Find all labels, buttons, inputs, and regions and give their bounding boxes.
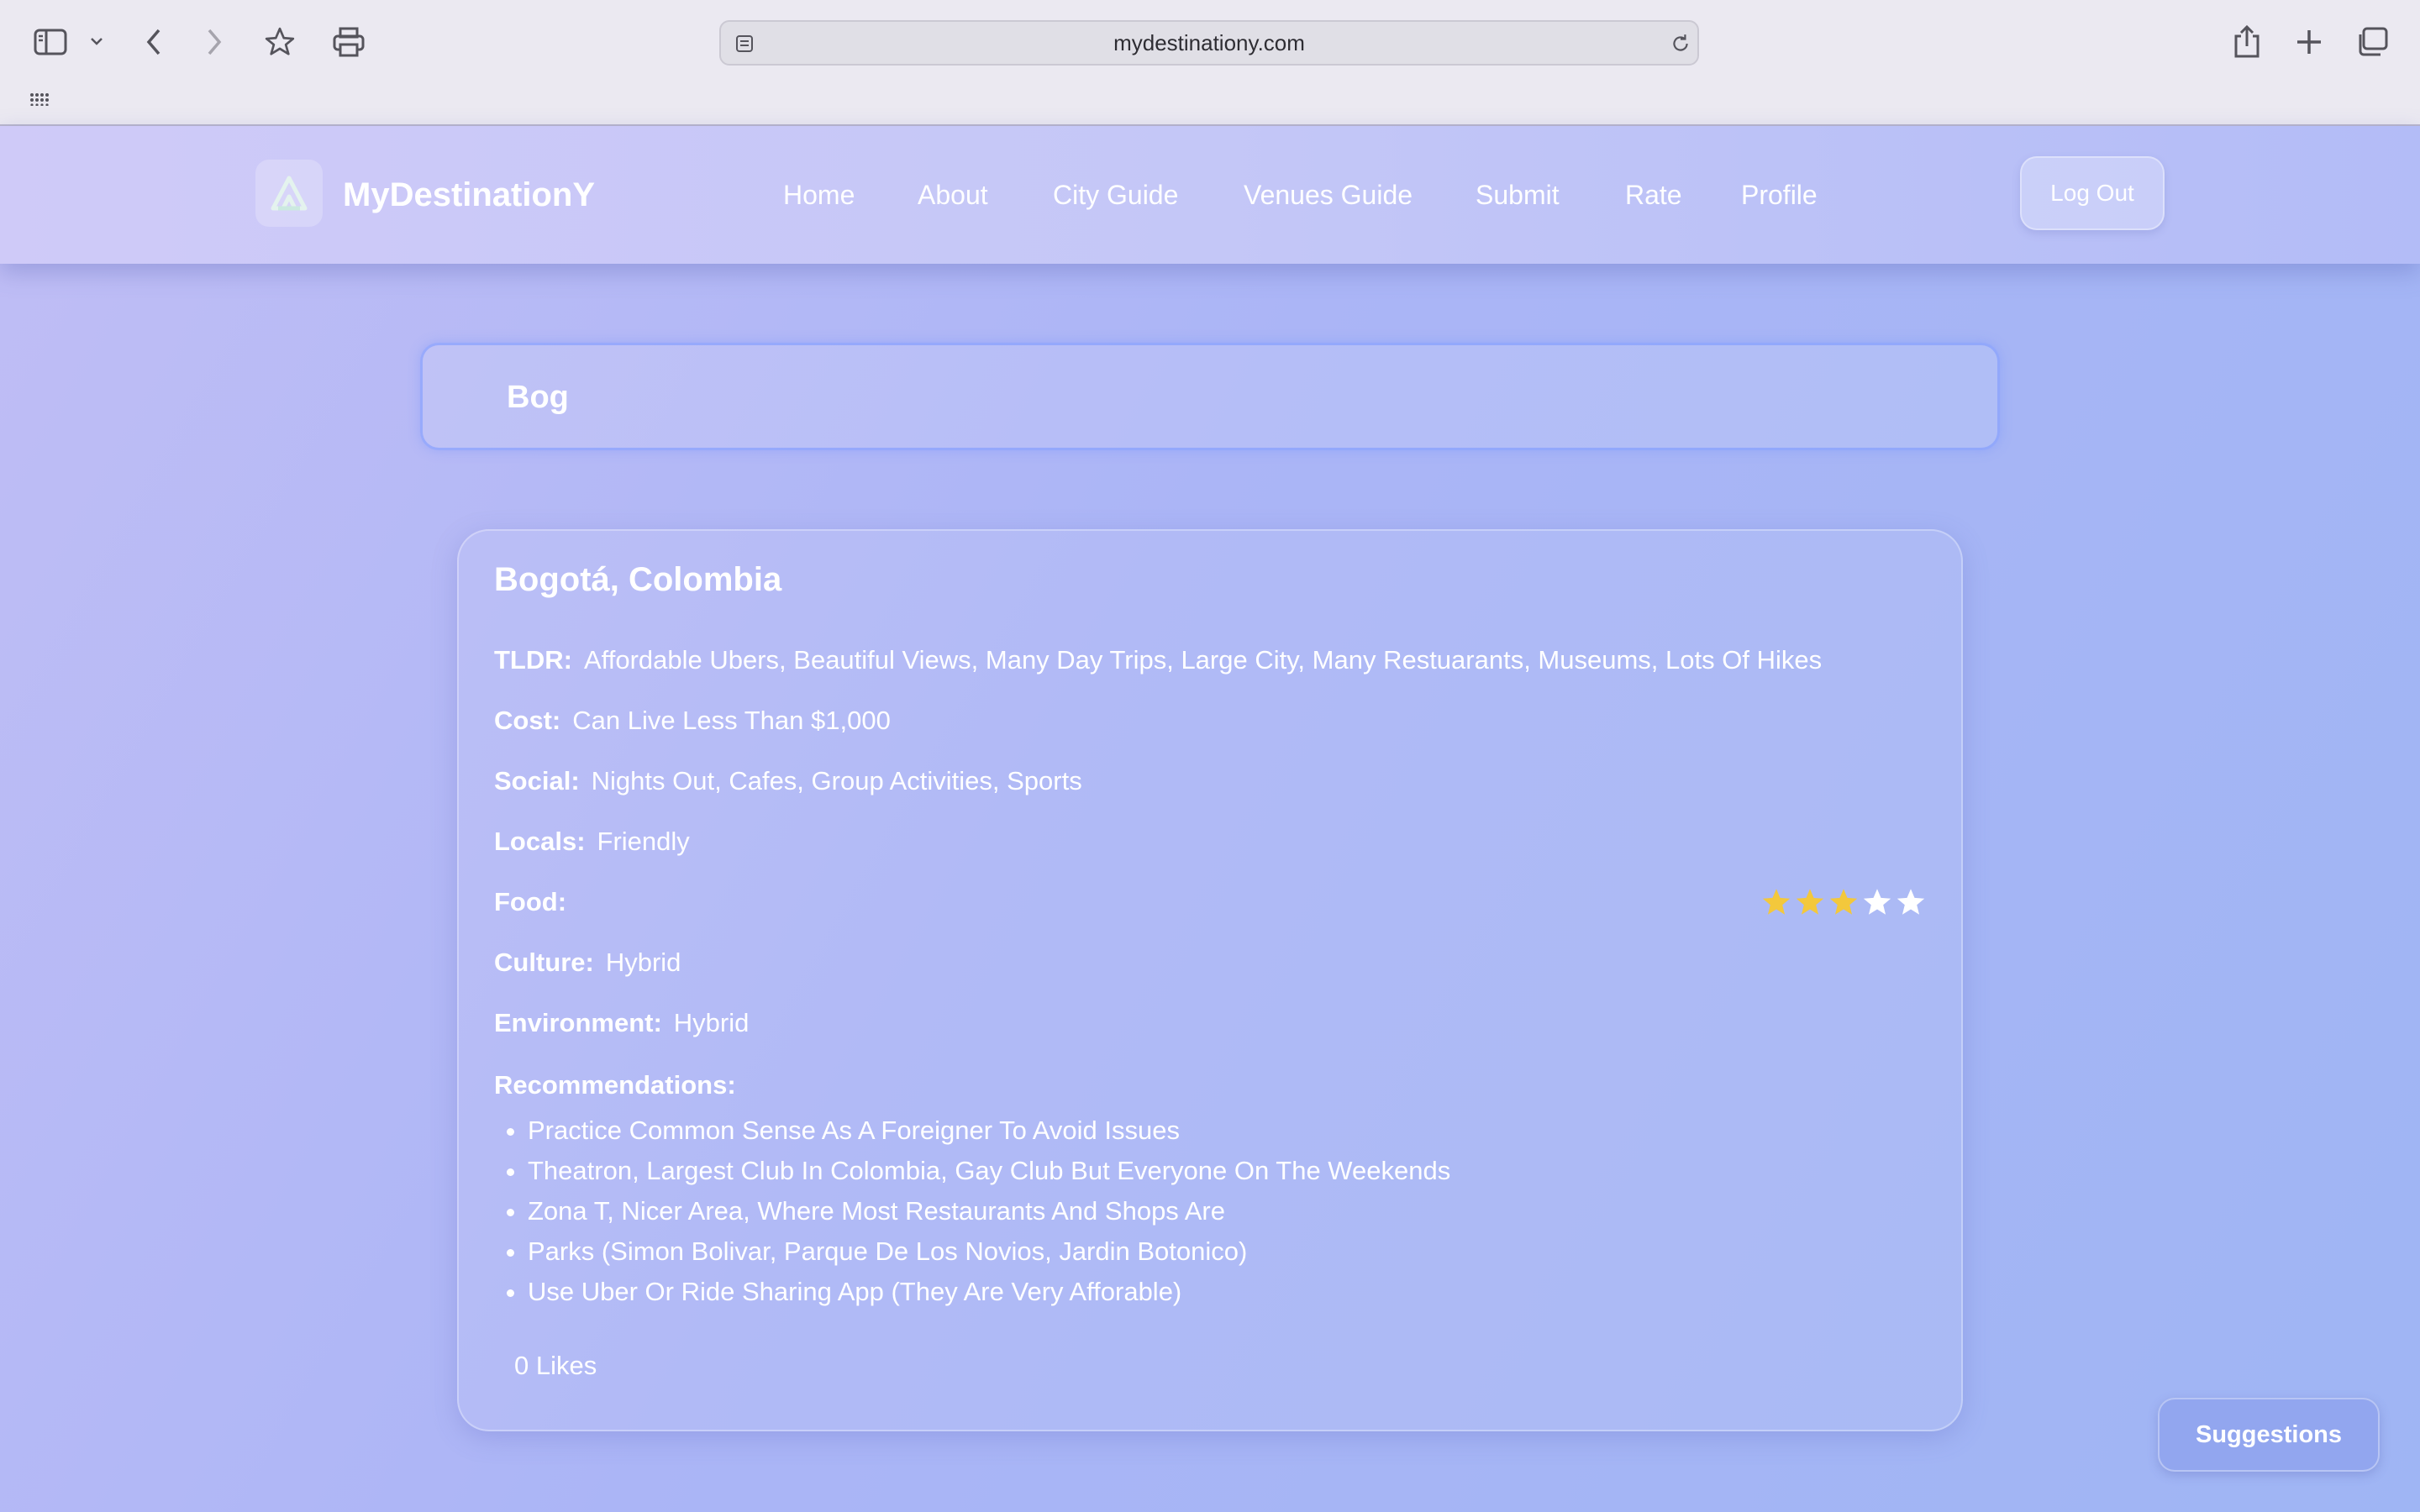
nav-venues-guide[interactable]: Venues Guide [1244,126,1413,264]
city-search-input[interactable] [505,345,1937,449]
food-row: Food: [494,887,578,917]
tldr-row: TLDR: Affordable Ubers, Beautiful Views, … [494,645,1822,675]
reload-icon[interactable] [1669,32,1692,55]
environment-row: Environment: Hybrid [494,1008,749,1038]
food-rating [1761,887,1926,917]
star-filled-icon [1796,889,1824,915]
sidebar-icon[interactable] [32,27,69,57]
social-value: Nights Out, Cafes, Group Activities, Spo… [591,766,1082,795]
cost-row: Cost: Can Live Less Than $1,000 [494,706,891,736]
social-row: Social: Nights Out, Cafes, Group Activiti… [494,766,1082,796]
tldr-label: TLDR: [494,645,572,675]
city-title: Bogotá, Colombia [494,561,782,598]
environment-value: Hybrid [673,1008,750,1037]
locals-label: Locals: [494,827,586,856]
print-icon[interactable] [331,25,366,59]
star-empty-icon [1863,889,1891,915]
address-bar[interactable]: mydestinationy.com [719,20,1699,66]
recommendation-item: Practice Common Sense As A Foreigner To … [528,1110,1450,1151]
recommendation-item: Use Uber Or Ride Sharing App (They Are V… [528,1272,1450,1312]
url-text: mydestinationy.com [1113,29,1305,55]
forward-arrow-icon[interactable] [202,25,227,59]
star-filled-icon [1829,889,1858,915]
logo-icon [271,176,308,211]
nav-rate[interactable]: Rate [1625,126,1682,264]
logout-button[interactable]: Log Out [2020,156,2165,230]
recommendations-list: Practice Common Sense As A Foreigner To … [494,1110,1450,1312]
recommendations-label: Recommendations: [494,1070,736,1100]
brand-name[interactable]: MyDestinationY [343,126,595,264]
nav-submit[interactable]: Submit [1476,126,1560,264]
culture-row: Culture: Hybrid [494,948,681,978]
tldr-value: Affordable Ubers, Beautiful Views, Many … [583,645,1823,675]
nav-profile[interactable]: Profile [1741,126,1818,264]
city-card: Bogotá, Colombia TLDR: Affordable Ubers, … [457,529,1963,1431]
site-navbar: MyDestinationY Home About City Guide Ven… [0,126,2420,264]
logo[interactable] [255,160,323,227]
plus-icon[interactable] [2292,25,2326,59]
nav-city-guide[interactable]: City Guide [1053,126,1178,264]
city-search-box [420,343,2000,450]
recommendation-item: Parks (Simon Bolivar, Parque De Los Novi… [528,1231,1450,1272]
star-empty-icon [1897,889,1925,915]
food-label: Food: [494,887,567,916]
locals-value: Friendly [597,827,690,856]
star-filled-icon [1762,889,1791,915]
star-icon[interactable] [262,25,297,59]
culture-value: Hybrid [605,948,681,977]
social-label: Social: [494,766,580,795]
grid-icon[interactable] [29,91,50,108]
recommendation-item: Theatron, Largest Club In Colombia, Gay … [528,1151,1450,1191]
browser-toolbar: mydestinationy.com [0,0,2420,126]
nav-about[interactable]: About [918,126,988,264]
nav-home[interactable]: Home [783,126,855,264]
culture-label: Culture: [494,948,594,977]
recommendation-item: Zona T, Nicer Area, Where Most Restauran… [528,1191,1450,1231]
likes-button[interactable]: 0 Likes [514,1351,597,1381]
cost-label: Cost: [494,706,561,735]
cost-value: Can Live Less Than $1,000 [572,706,891,735]
tabs-icon[interactable] [2354,25,2390,59]
suggestions-button[interactable]: Suggestions [2158,1398,2380,1472]
environment-label: Environment: [494,1008,662,1037]
share-icon[interactable] [2230,24,2264,60]
back-arrow-icon[interactable] [141,25,166,59]
locals-row: Locals: Friendly [494,827,690,857]
chevron-down-icon[interactable] [87,32,106,50]
